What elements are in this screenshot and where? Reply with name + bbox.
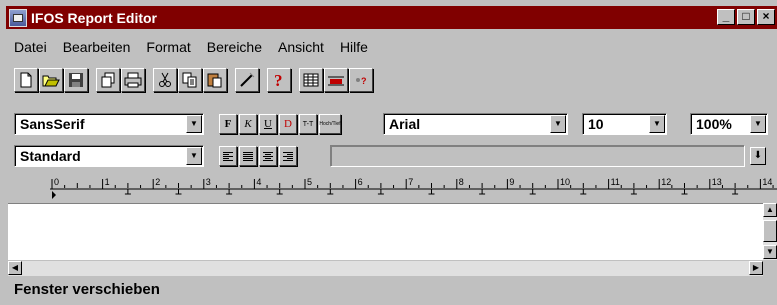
align-justify-icon[interactable] (239, 146, 257, 166)
copy-pages-icon[interactable] (96, 68, 120, 92)
font-size-value: 10 (588, 116, 604, 132)
field-icon[interactable] (324, 68, 348, 92)
chevron-down-icon[interactable]: ▼ (186, 147, 202, 165)
zoom-value: 100% (696, 116, 732, 132)
ruler-label: 14 (762, 177, 773, 187)
cut-icon[interactable] (153, 68, 177, 92)
print-icon[interactable] (121, 68, 145, 92)
style-value: SansSerif (20, 116, 85, 132)
record-icon[interactable]: ? (349, 68, 373, 92)
ruler-label: 9 (509, 177, 515, 187)
menu-bereiche[interactable]: Bereiche (199, 39, 270, 55)
copy-icon[interactable] (178, 68, 202, 92)
font-size-select[interactable]: 10 ▼ (582, 113, 667, 135)
svg-text:?: ? (361, 76, 367, 86)
ruler-label: 1 (104, 177, 110, 187)
scroll-thumb[interactable] (763, 220, 777, 242)
svg-text:?: ? (274, 71, 283, 89)
scroll-up-icon[interactable]: ▲ (763, 203, 777, 217)
paragraph-select[interactable]: Standard ▼ (14, 145, 204, 167)
ruler-label: 13 (711, 177, 722, 187)
paste-icon[interactable] (203, 68, 227, 92)
scroll-down-icon[interactable]: ▼ (763, 245, 777, 259)
app-window: IFOS Report Editor _ □ × Datei Bearbeite… (0, 0, 777, 305)
new-document-icon[interactable] (14, 68, 38, 92)
maximize-button[interactable]: □ (737, 9, 755, 25)
scroll-left-icon[interactable]: ◀ (8, 261, 22, 275)
tab-stop-marker[interactable] (377, 189, 384, 195)
ruler-label: 5 (307, 177, 313, 187)
italic-button[interactable]: K (239, 114, 257, 134)
bold-button[interactable]: F (219, 114, 237, 134)
ruler-label: 4 (256, 177, 262, 187)
tab-stop-marker[interactable] (630, 189, 637, 195)
magic-wand-icon[interactable] (235, 68, 259, 92)
save-icon[interactable] (64, 68, 88, 92)
open-folder-icon[interactable] (39, 68, 63, 92)
align-center-icon[interactable] (259, 146, 277, 166)
tab-stop-marker[interactable] (428, 189, 435, 195)
insert-field-button[interactable]: ⬇ (750, 147, 766, 165)
underline-button[interactable]: U (259, 114, 277, 134)
scroll-right-icon[interactable]: ▶ (749, 261, 763, 275)
tab-stop-marker[interactable] (327, 189, 334, 195)
tab-stop-marker[interactable] (276, 189, 283, 195)
ruler-label: 7 (408, 177, 414, 187)
subscript-button[interactable]: T-T (299, 114, 317, 134)
ruler-label: 11 (610, 177, 620, 187)
tab-stop-marker[interactable] (732, 189, 739, 195)
field-input[interactable] (330, 145, 745, 167)
chevron-down-icon[interactable]: ▼ (550, 115, 566, 133)
menu-format[interactable]: Format (138, 39, 198, 55)
ruler-label: 10 (560, 177, 571, 187)
app-icon[interactable] (9, 8, 27, 27)
table-icon[interactable] (299, 68, 323, 92)
align-left-icon[interactable] (219, 146, 237, 166)
tab-stop-marker[interactable] (175, 189, 182, 195)
tab-stop-marker[interactable] (124, 189, 131, 195)
tab-stop-marker[interactable] (226, 189, 233, 195)
ruler-label: 2 (155, 177, 161, 187)
help-icon[interactable]: ? (267, 68, 291, 92)
status-text: Fenster verschieben (14, 281, 160, 298)
tab-stop-marker[interactable] (580, 189, 587, 195)
window-title: IFOS Report Editor (31, 9, 157, 26)
ruler-label: 0 (54, 177, 60, 187)
font-select[interactable]: Arial ▼ (383, 113, 568, 135)
ruler-label: 6 (357, 177, 363, 187)
menu-bearbeiten[interactable]: Bearbeiten (55, 39, 139, 55)
font-value: Arial (389, 116, 421, 132)
menu-hilfe[interactable]: Hilfe (332, 39, 376, 55)
chevron-down-icon[interactable]: ▼ (186, 115, 202, 133)
menu-ansicht[interactable]: Ansicht (270, 39, 332, 55)
style-select[interactable]: SansSerif ▼ (14, 113, 204, 135)
tab-stop-marker[interactable] (479, 189, 486, 195)
align-right-icon[interactable] (279, 146, 297, 166)
menu-bar: Datei Bearbeiten Format Bereiche Ansicht… (8, 39, 376, 55)
vertical-scrollbar[interactable]: ▲ ▼ (763, 203, 777, 260)
title-bar[interactable]: IFOS Report Editor _ □ × (6, 6, 777, 29)
close-button[interactable]: × (757, 9, 775, 25)
superscript-button[interactable]: Hoch/Tief (319, 114, 341, 134)
document-area[interactable] (8, 203, 763, 261)
ruler-label: 3 (205, 177, 211, 187)
ruler[interactable]: 0 1 2 3 4 5 6 7 8 9 10 11 12 13 14 (0, 175, 777, 201)
status-bar: Fenster verschieben (8, 276, 777, 305)
paragraph-value: Standard (20, 148, 81, 164)
minimize-button[interactable]: _ (717, 9, 735, 25)
horizontal-scrollbar[interactable]: ◀ ▶ (8, 260, 763, 276)
zoom-select[interactable]: 100% ▼ (690, 113, 768, 135)
menu-datei[interactable]: Datei (8, 39, 55, 55)
tab-stop-marker[interactable] (529, 189, 536, 195)
main-toolbar: ? ? (14, 66, 374, 94)
ruler-label: 12 (661, 177, 672, 187)
ruler-label: 8 (458, 177, 464, 187)
chevron-down-icon[interactable]: ▼ (649, 115, 665, 133)
chevron-down-icon[interactable]: ▼ (750, 115, 766, 133)
tab-stop-marker[interactable] (681, 189, 688, 195)
indent-marker[interactable] (52, 191, 56, 199)
strikeout-button[interactable]: D (279, 114, 297, 134)
